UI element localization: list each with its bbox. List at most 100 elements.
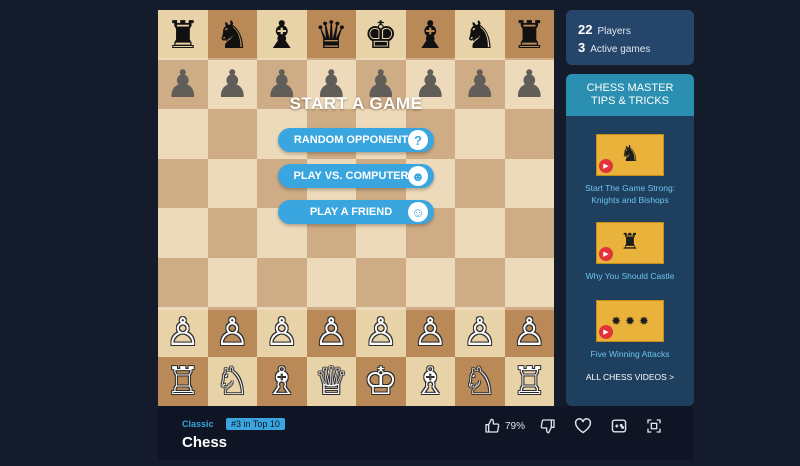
board-square[interactable]: ♘	[455, 356, 505, 406]
like-percentage: 79%	[505, 420, 526, 432]
board-square[interactable]: ♞	[455, 10, 505, 60]
attack-icon: ✹ ✹ ✹	[611, 314, 649, 328]
black-piece[interactable]: ♝	[265, 16, 299, 54]
white-piece[interactable]: ♘	[215, 362, 249, 400]
board-square[interactable]: ♖	[504, 356, 554, 406]
fullscreen-icon	[646, 418, 662, 434]
board-square[interactable]: ♙	[257, 307, 307, 357]
board-square[interactable]: ♜	[504, 10, 554, 60]
board-square[interactable]: ♝	[257, 10, 307, 60]
board-square[interactable]: ♙	[207, 307, 257, 357]
white-piece[interactable]: ♙	[314, 313, 348, 351]
white-piece[interactable]: ♙	[166, 313, 200, 351]
board-square[interactable]: ♙	[306, 307, 356, 357]
tip-title[interactable]: Five Winning Attacks	[570, 348, 690, 360]
board-square[interactable]: ♘	[207, 356, 257, 406]
white-piece[interactable]: ♙	[512, 313, 546, 351]
tip-title[interactable]: Start The Game Strong: Knights and Bisho…	[570, 182, 690, 206]
favorite-button[interactable]	[574, 416, 592, 436]
play-a-friend-label: PLAY A FRIEND	[309, 206, 393, 218]
robot-icon: ☻	[408, 166, 428, 186]
tips-header-line1: CHESS MASTER	[586, 82, 674, 94]
play-a-friend-button[interactable]: PLAY A FRIEND ☺	[278, 200, 434, 224]
start-game-menu: START A GAME RANDOM OPPONENT ? PLAY VS. …	[158, 94, 554, 236]
play-vs-computer-label: PLAY VS. COMPUTER	[293, 170, 409, 182]
like-button[interactable]: 79%	[484, 416, 525, 436]
black-piece[interactable]: ♞	[215, 16, 249, 54]
play-vs-computer-button[interactable]: PLAY VS. COMPUTER ☻	[278, 164, 434, 188]
thumbs-down-icon	[540, 418, 556, 434]
board-square[interactable]: ♙	[504, 307, 554, 357]
board-square[interactable]: ♗	[257, 356, 307, 406]
fullscreen-button[interactable]	[646, 416, 662, 436]
board-square[interactable]: ♜	[158, 10, 208, 60]
tip-thumbnail[interactable]: ♜ ▶	[596, 222, 664, 264]
black-piece[interactable]: ♞	[463, 16, 497, 54]
tips-header-line2: TIPS & TRICKS	[590, 95, 670, 107]
white-piece[interactable]: ♔	[364, 362, 398, 400]
white-piece[interactable]: ♙	[364, 313, 398, 351]
play-icon: ▶	[599, 325, 613, 339]
board-square[interactable]: ♙	[158, 307, 208, 357]
gamepad-icon	[610, 418, 628, 434]
tip-card[interactable]: ♜ ▶ Why You Should Castle	[566, 222, 694, 282]
white-piece[interactable]: ♖	[512, 362, 546, 400]
board-square[interactable]: ♖	[158, 356, 208, 406]
white-piece[interactable]: ♘	[463, 362, 497, 400]
black-piece[interactable]: ♛	[314, 16, 348, 54]
black-piece[interactable]: ♜	[166, 16, 200, 54]
rank-badge[interactable]: #3 in Top 10	[226, 418, 285, 430]
thumbs-up-icon	[484, 418, 500, 434]
active-games-count: 3	[578, 40, 586, 55]
game-info-bar: Classic #3 in Top 10 Chess 79%	[158, 406, 694, 460]
play-icon: ▶	[599, 159, 613, 173]
knight-icon: ♞	[620, 142, 640, 167]
board-square[interactable]: ♚	[356, 10, 406, 60]
game-title: Chess	[182, 434, 228, 451]
players-count: 22	[578, 22, 593, 37]
white-piece[interactable]: ♙	[215, 313, 249, 351]
active-games-label: Active games	[590, 44, 651, 55]
white-piece[interactable]: ♙	[463, 313, 497, 351]
play-icon: ▶	[599, 247, 613, 261]
black-piece[interactable]: ♜	[512, 16, 546, 54]
tip-thumbnail[interactable]: ♞ ▶	[596, 134, 664, 176]
board-square[interactable]: ♙	[405, 307, 455, 357]
board-square[interactable]: ♞	[207, 10, 257, 60]
tip-card[interactable]: ♞ ▶ Start The Game Strong: Knights and B…	[566, 134, 694, 206]
players-stat: 22 Players	[578, 22, 694, 37]
tip-title[interactable]: Why You Should Castle	[570, 270, 690, 282]
players-card: 22 Players 3 Active games	[566, 10, 694, 65]
board-square[interactable]: ♙	[356, 307, 406, 357]
gamepad-button[interactable]	[610, 416, 628, 436]
random-opponent-button[interactable]: RANDOM OPPONENT ?	[278, 128, 434, 152]
white-piece[interactable]: ♗	[265, 362, 299, 400]
white-piece[interactable]: ♖	[166, 362, 200, 400]
tip-card[interactable]: ✹ ✹ ✹ ▶ Five Winning Attacks	[566, 300, 694, 360]
white-piece[interactable]: ♕	[314, 362, 348, 400]
friend-icon: ☺	[408, 202, 428, 222]
castle-icon: ♜	[620, 230, 640, 255]
dislike-button[interactable]	[540, 416, 556, 436]
game-panel: ♜ ♞ ♝ ♛ ♚ ♝ ♞ ♜ ♟ ♟ ♟ ♟ ♟ ♟ ♟ ♟ ♙ ♙ ♙ ♙ ♙ ♙ ♙ ♙ ♖ ♘ ♗ ♕ ♔ ♗ ♘ ♖ START A…	[158, 10, 554, 406]
white-piece[interactable]: ♙	[413, 313, 447, 351]
tips-header: CHESS MASTER TIPS & TRICKS	[566, 74, 694, 116]
white-piece[interactable]: ♙	[265, 313, 299, 351]
white-piece[interactable]: ♗	[413, 362, 447, 400]
board-square[interactable]: ♕	[306, 356, 356, 406]
board-square[interactable]: ♙	[455, 307, 505, 357]
question-icon: ?	[408, 130, 428, 150]
heart-icon	[574, 418, 592, 434]
menu-title: START A GAME	[289, 94, 423, 113]
all-chess-videos-link[interactable]: ALL CHESS VIDEOS >	[566, 372, 694, 382]
category-link[interactable]: Classic	[182, 419, 214, 429]
players-label: Players	[597, 26, 631, 37]
board-square[interactable]: ♗	[405, 356, 455, 406]
board-square[interactable]: ♝	[405, 10, 455, 60]
tip-thumbnail[interactable]: ✹ ✹ ✹ ▶	[596, 300, 664, 342]
board-square[interactable]: ♛	[306, 10, 356, 60]
black-piece[interactable]: ♚	[364, 16, 398, 54]
tips-panel: CHESS MASTER TIPS & TRICKS ♞ ▶ Start The…	[566, 74, 694, 406]
black-piece[interactable]: ♝	[413, 16, 447, 54]
board-square[interactable]: ♔	[356, 356, 406, 406]
